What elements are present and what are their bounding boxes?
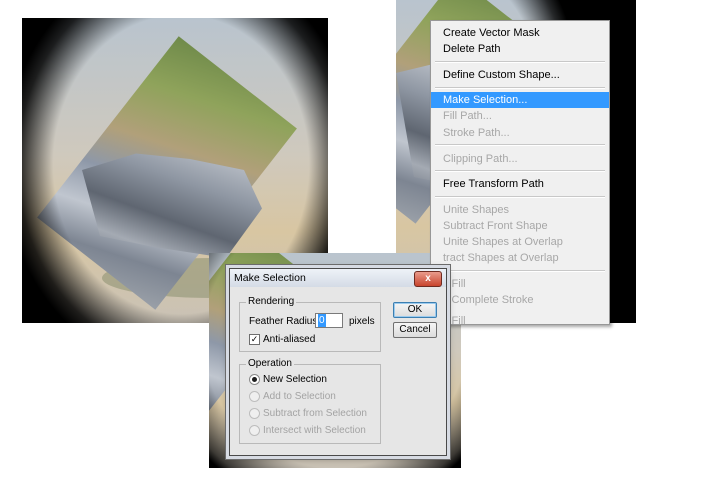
menu-item-define-custom-shape[interactable]: Define Custom Shape... [431, 67, 609, 83]
dialog-titlebar[interactable]: Make Selection x [230, 269, 446, 287]
rendering-group-label: Rendering [246, 296, 297, 307]
subtract-from-selection-label: Subtract from Selection [263, 408, 367, 419]
new-selection-radio[interactable] [249, 374, 260, 385]
menu-separator [435, 87, 605, 89]
new-selection-label: New Selection [263, 374, 327, 385]
subtract-from-selection-radio[interactable] [249, 408, 260, 419]
add-to-selection-radio[interactable] [249, 391, 260, 402]
menu-separator [435, 270, 605, 272]
make-selection-dialog: Make Selection x Rendering Feather Radiu… [229, 268, 447, 456]
menu-item-create-vector-mask[interactable]: Create Vector Mask [431, 25, 609, 41]
feather-radius-input[interactable]: 0 [315, 313, 343, 328]
intersect-with-selection-radio[interactable] [249, 425, 260, 436]
add-to-selection-label: Add to Selection [263, 391, 336, 402]
menu-separator [435, 196, 605, 198]
menu-item-clipping-path[interactable]: Clipping Path... [431, 151, 609, 167]
menu-item-delete-path[interactable]: Delete Path [431, 41, 609, 57]
menu-item-subtract-shapes-at-overlap[interactable]: tract Shapes at Overlap [431, 250, 609, 266]
anti-aliased-checkbox[interactable]: ✓ [249, 334, 260, 345]
menu-separator [435, 144, 605, 146]
menu-item-fill-partial[interactable]: y Fill [431, 313, 609, 329]
menu-item-make-selection[interactable]: Make Selection... [431, 92, 609, 108]
intersect-with-selection-label: Intersect with Selection [263, 425, 366, 436]
feather-radius-label: Feather Radius: [249, 316, 321, 327]
menu-item-stroke-path[interactable]: Stroke Path... [431, 125, 609, 141]
anti-aliased-label: Anti-aliased [263, 334, 316, 345]
menu-item-free-transform-path[interactable]: Free Transform Path [431, 176, 609, 192]
dialog-title: Make Selection [234, 272, 306, 284]
menu-item-apply-complete-stroke[interactable]: y Complete Stroke [431, 292, 609, 308]
menu-item-subtract-front-shape[interactable]: Subtract Front Shape [431, 218, 609, 234]
ok-button[interactable]: OK [393, 302, 437, 318]
feather-radius-value: 0 [318, 314, 326, 327]
menu-item-unite-shapes[interactable]: Unite Shapes [431, 202, 609, 218]
menu-separator [435, 170, 605, 172]
feather-unit-label: pixels [349, 316, 375, 327]
operation-group-label: Operation [246, 358, 294, 369]
close-button[interactable]: x [414, 271, 442, 287]
menu-item-unite-shapes-at-overlap[interactable]: Unite Shapes at Overlap [431, 234, 609, 250]
menu-separator [435, 61, 605, 63]
menu-item-apply-fill[interactable]: y Fill [431, 276, 609, 292]
menu-item-fill-path[interactable]: Fill Path... [431, 108, 609, 124]
cancel-button[interactable]: Cancel [393, 322, 437, 338]
path-context-menu: Create Vector Mask Delete Path Define Cu… [430, 20, 610, 327]
